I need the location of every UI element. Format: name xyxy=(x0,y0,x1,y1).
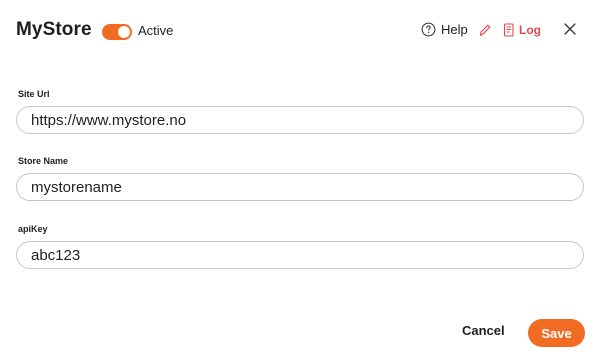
site-url-field[interactable] xyxy=(16,106,584,134)
api-key-label: apiKey xyxy=(18,224,48,234)
log-label: Log xyxy=(519,23,541,37)
save-button[interactable]: Save xyxy=(528,319,585,347)
page-title: MyStore xyxy=(16,19,92,40)
close-icon[interactable] xyxy=(563,22,577,36)
log-button[interactable]: Log xyxy=(502,23,541,37)
active-toggle[interactable] xyxy=(102,24,132,40)
dialog-header: MyStore Active Help Log xyxy=(0,0,600,62)
pencil-icon[interactable] xyxy=(478,23,492,37)
cancel-button[interactable]: Cancel xyxy=(462,323,505,338)
toggle-knob xyxy=(118,26,130,38)
api-key-field[interactable] xyxy=(16,241,584,269)
help-button[interactable]: Help xyxy=(421,22,468,37)
document-icon xyxy=(503,23,514,37)
store-name-field[interactable] xyxy=(16,173,584,201)
active-label: Active xyxy=(138,23,174,38)
help-label: Help xyxy=(441,22,468,37)
site-url-label: Site Url xyxy=(18,89,50,99)
help-circle-icon xyxy=(421,22,436,37)
store-name-label: Store Name xyxy=(18,156,69,166)
